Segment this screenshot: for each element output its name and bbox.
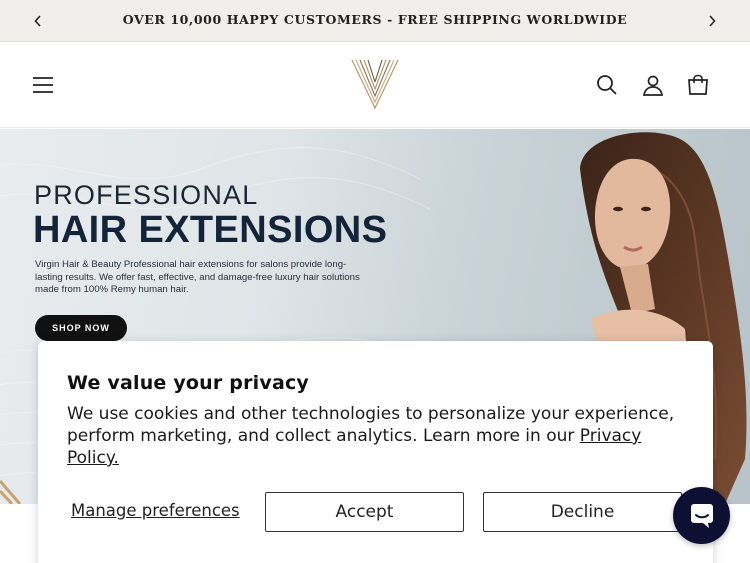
hero-headline: HAIR EXTENSIONS [33,209,388,251]
search-button[interactable] [593,71,621,99]
site-header [0,42,750,128]
announcement-next-button[interactable] [702,11,722,31]
cookie-consent-banner: We value your privacy We use cookies and… [38,341,713,563]
cart-icon [688,74,708,95]
hamburger-menu-icon [33,77,53,93]
site-logo[interactable] [348,56,402,112]
cookie-title: We value your privacy [67,372,310,394]
announcement-bar: OVER 10,000 HAPPY CUSTOMERS - FREE SHIPP… [0,0,750,42]
cart-button[interactable] [684,71,712,99]
hero-kicker: PROFESSIONAL [34,180,259,210]
chevron-right-icon [709,15,716,27]
announcement-text: OVER 10,000 HAPPY CUSTOMERS - FREE SHIPP… [122,12,628,27]
hero-description: Virgin Hair & Beauty Professional hair e… [35,259,360,295]
accept-button[interactable]: Accept [265,492,464,532]
search-icon [597,75,617,95]
menu-button[interactable] [29,71,57,99]
v-monogram-logo [351,59,399,110]
chat-launcher-button[interactable] [673,487,730,544]
manage-preferences-link[interactable]: Manage preferences [71,501,240,520]
cookie-body: We use cookies and other technologies to… [67,403,697,469]
shop-now-button[interactable]: SHOP NOW [35,315,127,341]
account-icon [642,75,664,96]
account-button[interactable] [639,71,667,99]
decline-button[interactable]: Decline [483,492,682,532]
chat-bubble-icon [690,503,713,528]
